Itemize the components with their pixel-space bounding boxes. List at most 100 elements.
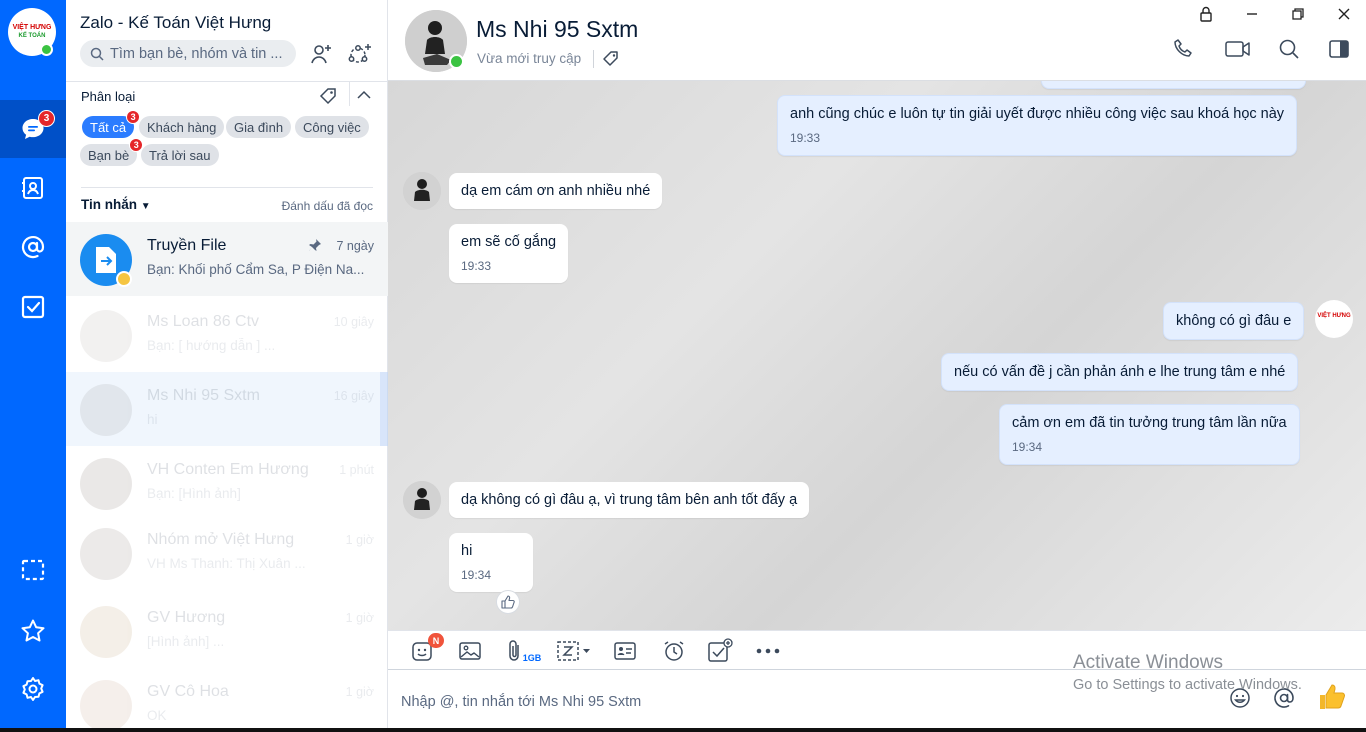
- contact-avatar: [80, 310, 132, 362]
- gear-icon: [22, 677, 44, 701]
- conversation-preview: OK: [147, 708, 167, 723]
- conversation-item[interactable]: GV Cô Hoa OK 1 giờ: [66, 668, 388, 732]
- chip-reply-later[interactable]: Trả lời sau: [141, 144, 219, 166]
- send-contact-card-button[interactable]: [611, 637, 639, 665]
- voice-call-button[interactable]: [1171, 36, 1197, 62]
- contact-avatar[interactable]: [403, 172, 441, 210]
- assign-task-button[interactable]: [706, 637, 734, 665]
- minimize-icon: [1247, 13, 1257, 15]
- message-bubble-incoming[interactable]: dạ em cám ơn anh nhiều nhé: [449, 173, 663, 209]
- category-settings-button[interactable]: [319, 87, 339, 110]
- chip-family[interactable]: Gia đình: [226, 116, 292, 138]
- tag-contact-button[interactable]: [601, 49, 621, 74]
- message-list: anh cũng chúc e luôn tự tin giải uyết đư…: [388, 81, 1366, 630]
- online-status-dot: [40, 43, 53, 56]
- create-group-button[interactable]: [346, 40, 374, 68]
- contact-avatar: [80, 384, 132, 436]
- conversation-preview: VH Ms Thanh: Thị Xuân ...: [147, 556, 306, 571]
- contacts-tab[interactable]: [0, 159, 66, 217]
- mentions-tab[interactable]: [0, 218, 66, 276]
- message-time: 19:33: [461, 259, 492, 273]
- toggle-info-panel-button[interactable]: [1326, 36, 1352, 62]
- more-options-button[interactable]: [754, 637, 782, 665]
- contact-card-icon: [614, 642, 636, 660]
- brand-logo: VIỆT HƯNG KẾ TOÁN: [12, 24, 52, 39]
- zalo-window: VIỆT HƯNG KẾ TOÁN 3 Zalo - Kế Toán Việt …: [0, 0, 1366, 732]
- quick-like-button[interactable]: [1317, 682, 1347, 717]
- messages-tab[interactable]: 3: [0, 100, 66, 158]
- selection-indicator: [380, 372, 388, 446]
- lock-icon: [1200, 6, 1212, 22]
- paperclip-icon: [508, 640, 519, 661]
- close-button[interactable]: [1332, 4, 1356, 24]
- restore-button[interactable]: [1286, 4, 1310, 24]
- message-bubble-outgoing[interactable]: nếu có vấn đề j cần phản ánh e lhe trung…: [941, 353, 1299, 391]
- file-size-label: 1GB: [522, 653, 542, 663]
- contact-avatar: [80, 680, 132, 732]
- minimize-button[interactable]: [1240, 4, 1264, 24]
- add-friend-button[interactable]: [307, 40, 335, 68]
- message-bubble-outgoing[interactable]: cảm ơn em đã tin tưởng trung tâm lần nữa…: [999, 404, 1300, 465]
- video-call-button[interactable]: [1225, 36, 1251, 62]
- contact-avatar: [80, 606, 132, 658]
- conversation-item-selected[interactable]: Ms Nhi 95 Sxtm hi 16 giây: [66, 372, 388, 446]
- message-bubble-outgoing[interactable]: anh cũng chúc e luôn tự tin giải uyết đư…: [777, 95, 1298, 156]
- conversation-preview: Bạn: [ hướng dẫn ] ...: [147, 338, 276, 353]
- contacts-icon: [22, 177, 43, 199]
- favorites-tab[interactable]: [0, 602, 66, 660]
- conversation-item[interactable]: Nhóm mở Việt Hưng VH Ms Thanh: Thị Xuân …: [66, 516, 388, 590]
- thumbs-up-icon: [501, 595, 515, 609]
- conversation-item[interactable]: GV Hương [Hình ảnh] ... 1 giờ: [66, 594, 388, 668]
- search-input[interactable]: Tìm bạn bè, nhóm và tin ...: [80, 40, 296, 67]
- sidebar-divider: [81, 187, 373, 188]
- messages-filter-dropdown[interactable]: Tin nhắn ▼: [81, 197, 151, 212]
- chip-work[interactable]: Công việc: [295, 116, 369, 138]
- conversation-item[interactable]: VH Conten Em Hương Bạn: [Hình ảnh] 1 phú…: [66, 446, 388, 520]
- contact-status: Vừa mới truy cập: [477, 51, 582, 66]
- conversation-name: GV Cô Hoa: [147, 683, 229, 700]
- settings-tab[interactable]: [0, 660, 66, 718]
- message-bubble-outgoing[interactable]: không có gì đâu e: [1163, 302, 1305, 340]
- message-bubble-incoming[interactable]: dạ không có gì đâu ạ, vì trung tâm bên a…: [449, 482, 810, 518]
- sticker-button[interactable]: N: [408, 633, 444, 665]
- restore-icon: [1292, 8, 1304, 20]
- chip-all[interactable]: Tất cả 3: [82, 110, 141, 138]
- thumbs-up-icon: [1320, 684, 1346, 709]
- task-checkbox-icon: [708, 638, 733, 662]
- conversation-preview: [Hình ảnh] ...: [147, 634, 225, 649]
- my-avatar[interactable]: VIỆT HƯNG: [1315, 300, 1353, 338]
- header-separator: [593, 50, 594, 68]
- conversation-sidebar: Zalo - Kế Toán Việt Hưng Tìm bạn bè, nhó…: [66, 0, 388, 732]
- todo-tab[interactable]: [0, 278, 66, 336]
- collapse-categories-button[interactable]: [356, 88, 372, 107]
- messages-badge: 3: [38, 110, 55, 127]
- conversation-item[interactable]: Ms Loan 86 Ctv Bạn: [ hướng dẫn ] ... 10…: [66, 298, 388, 372]
- chip-customers[interactable]: Khách hàng: [139, 116, 225, 138]
- search-chat-button[interactable]: [1276, 36, 1302, 62]
- tag-icon: [603, 51, 618, 66]
- screenshot-tab[interactable]: [0, 541, 66, 599]
- category-label: Phân loại: [81, 89, 136, 104]
- mark-all-read-link[interactable]: Đánh dấu đã đọc: [282, 199, 373, 213]
- conversation-time: 1 giờ: [345, 533, 374, 547]
- message-bubble-incoming[interactable]: em sẽ cố gắng 19:33: [449, 224, 569, 283]
- file-icon: [96, 247, 116, 273]
- lock-button[interactable]: [1194, 4, 1218, 24]
- image-icon: [459, 642, 481, 660]
- reminder-button[interactable]: [660, 637, 688, 665]
- chip-friends[interactable]: Bạn bè 3: [80, 138, 144, 166]
- message-bubble-incoming[interactable]: hi 19:34: [449, 533, 533, 592]
- conversation-item[interactable]: Truyền File Bạn: Khối phố Cẩm Sa, P Điện…: [66, 222, 388, 296]
- online-status-dot: [449, 54, 464, 69]
- app-title: Zalo - Kế Toán Việt Hưng: [80, 13, 272, 32]
- attach-file-button[interactable]: 1GB: [504, 637, 544, 665]
- tag-settings-icon: [319, 88, 336, 105]
- screenshot-button[interactable]: [554, 637, 594, 665]
- conversation-preview: hi: [147, 412, 158, 427]
- search-icon: [90, 47, 104, 61]
- contact-avatar[interactable]: [403, 481, 441, 519]
- activate-windows-subtitle: Go to Settings to activate Windows.: [1073, 677, 1302, 693]
- send-image-button[interactable]: [456, 637, 484, 665]
- react-button[interactable]: [496, 590, 520, 614]
- nav-rail: VIỆT HƯNG KẾ TOÁN 3: [0, 0, 66, 732]
